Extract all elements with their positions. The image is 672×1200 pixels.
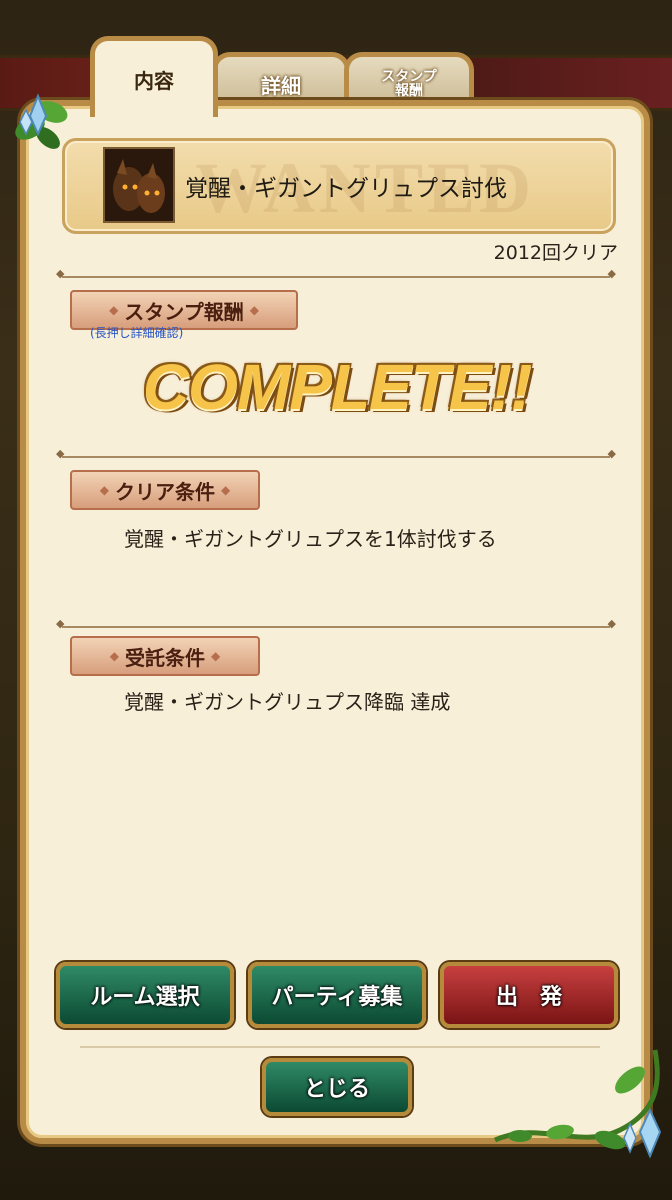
section-divider [56, 617, 616, 630]
accept-condition-text: 覚醒・ギガントグリュプス降臨 達成 [124, 690, 451, 714]
quest-monster-icon [103, 147, 175, 223]
stamp-reward-heading-text: スタンプ報酬 [124, 299, 244, 324]
quest-title: 覚醒・ギガントグリュプス討伐 [185, 176, 507, 202]
clear-count: 2012回クリア [493, 242, 618, 264]
accept-condition-heading: ◆ 受託条件 ◆ [70, 636, 260, 676]
quest-title-box: WANTED 覚醒・ギガントグリュプス討伐 [62, 138, 616, 234]
room-select-label: ルーム選択 [90, 985, 200, 1010]
clear-condition-text: 覚醒・ギガントグリュプスを1体討伐する [124, 527, 497, 551]
vine-crystal-icon [493, 1049, 662, 1159]
close-label: とじる [303, 1077, 370, 1102]
tab-content-label: 内容 [134, 68, 174, 93]
tab-stamp-reward-label: スタンプ 報酬 [381, 69, 437, 99]
party-recruit-button[interactable]: パーティ募集 [248, 962, 426, 1028]
section-divider [56, 447, 616, 460]
clear-condition-heading: ◆ クリア条件 ◆ [70, 470, 260, 510]
room-select-button[interactable]: ルーム選択 [56, 962, 234, 1028]
complete-banner: COMPLETE!! [142, 351, 532, 423]
clear-condition-heading-text: クリア条件 [115, 479, 215, 504]
party-recruit-label: パーティ募集 [271, 985, 403, 1010]
accept-condition-heading-text: 受託条件 [125, 645, 205, 670]
close-button[interactable]: とじる [262, 1058, 412, 1116]
depart-button[interactable]: 出 発 [440, 962, 618, 1028]
tab-details-label: 詳細 [261, 73, 301, 98]
long-press-hint[interactable]: (長押し詳細確認) [90, 324, 183, 341]
depart-label: 出 発 [495, 985, 562, 1010]
tab-content[interactable]: 内容 [90, 36, 218, 117]
section-divider [56, 267, 616, 280]
